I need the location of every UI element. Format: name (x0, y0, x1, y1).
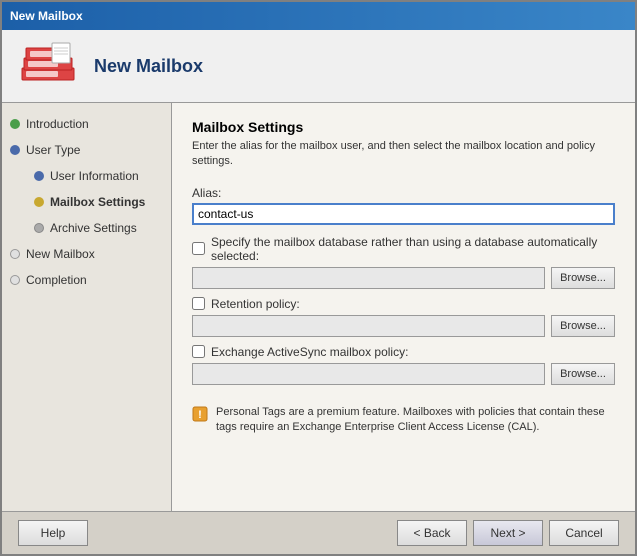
alias-input[interactable] (192, 203, 615, 225)
footer-right: < Back Next > Cancel (397, 520, 619, 546)
retention-row: Retention policy: (192, 297, 615, 311)
retention-input-row: Browse... (192, 315, 615, 337)
exchange-sync-label: Exchange ActiveSync mailbox policy: (211, 345, 408, 359)
header-area: New Mailbox (2, 30, 635, 103)
title-bar: New Mailbox (2, 2, 635, 30)
specify-db-label: Specify the mailbox database rather than… (211, 235, 615, 263)
info-text: Personal Tags are a premium feature. Mai… (216, 405, 615, 436)
alias-group: Alias: (192, 186, 615, 225)
sidebar-label-introduction: Introduction (26, 115, 89, 133)
sidebar-label-completion: Completion (26, 271, 87, 289)
sidebar: Introduction User Type User Information … (2, 103, 172, 511)
mailbox-icon (18, 38, 82, 94)
specify-db-row: Specify the mailbox database rather than… (192, 235, 615, 263)
sidebar-item-user-type[interactable]: User Type (2, 137, 171, 163)
sidebar-item-completion[interactable]: Completion (2, 267, 171, 293)
info-box: ! Personal Tags are a premium feature. M… (192, 399, 615, 442)
content-area: Mailbox Settings Enter the alias for the… (172, 103, 635, 511)
content-title: Mailbox Settings (192, 119, 615, 135)
info-icon: ! (192, 406, 208, 422)
specify-db-input-row: Browse... (192, 267, 615, 289)
exchange-sync-browse-button[interactable]: Browse... (551, 363, 615, 385)
footer-left: Help (18, 520, 88, 546)
mailbox-settings-dot (34, 197, 44, 207)
sidebar-label-archive-settings: Archive Settings (50, 219, 137, 237)
sidebar-item-new-mailbox[interactable]: New Mailbox (2, 241, 171, 267)
sidebar-item-introduction[interactable]: Introduction (2, 111, 171, 137)
retention-label: Retention policy: (211, 297, 300, 311)
footer: Help < Back Next > Cancel (2, 511, 635, 554)
retention-checkbox[interactable] (192, 297, 205, 310)
back-button[interactable]: < Back (397, 520, 467, 546)
exchange-sync-input[interactable] (192, 363, 545, 385)
exchange-sync-input-row: Browse... (192, 363, 615, 385)
sidebar-label-user-type: User Type (26, 141, 80, 159)
retention-browse-button[interactable]: Browse... (551, 315, 615, 337)
specify-db-browse-button[interactable]: Browse... (551, 267, 615, 289)
completion-dot (10, 275, 20, 285)
user-information-dot (34, 171, 44, 181)
user-type-dot (10, 145, 20, 155)
cancel-button[interactable]: Cancel (549, 520, 619, 546)
alias-label: Alias: (192, 186, 615, 200)
main-area: Introduction User Type User Information … (2, 103, 635, 511)
specify-db-input[interactable] (192, 267, 545, 289)
specify-db-checkbox[interactable] (192, 242, 205, 255)
sidebar-label-new-mailbox: New Mailbox (26, 245, 95, 263)
exchange-sync-checkbox[interactable] (192, 345, 205, 358)
next-button[interactable]: Next > (473, 520, 543, 546)
exchange-sync-row: Exchange ActiveSync mailbox policy: (192, 345, 615, 359)
help-button[interactable]: Help (18, 520, 88, 546)
sidebar-item-user-information[interactable]: User Information (2, 163, 171, 189)
archive-settings-dot (34, 223, 44, 233)
introduction-dot (10, 119, 20, 129)
window-title: New Mailbox (10, 9, 83, 23)
main-window: New Mailbox New Mailbox (0, 0, 637, 556)
sidebar-label-mailbox-settings: Mailbox Settings (50, 193, 145, 211)
new-mailbox-dot (10, 249, 20, 259)
header-title: New Mailbox (94, 56, 203, 77)
sidebar-item-mailbox-settings[interactable]: Mailbox Settings (2, 189, 171, 215)
sidebar-item-archive-settings[interactable]: Archive Settings (2, 215, 171, 241)
content-subtitle: Enter the alias for the mailbox user, an… (192, 139, 615, 170)
sidebar-label-user-information: User Information (50, 167, 139, 185)
retention-input[interactable] (192, 315, 545, 337)
svg-text:!: ! (198, 409, 202, 421)
